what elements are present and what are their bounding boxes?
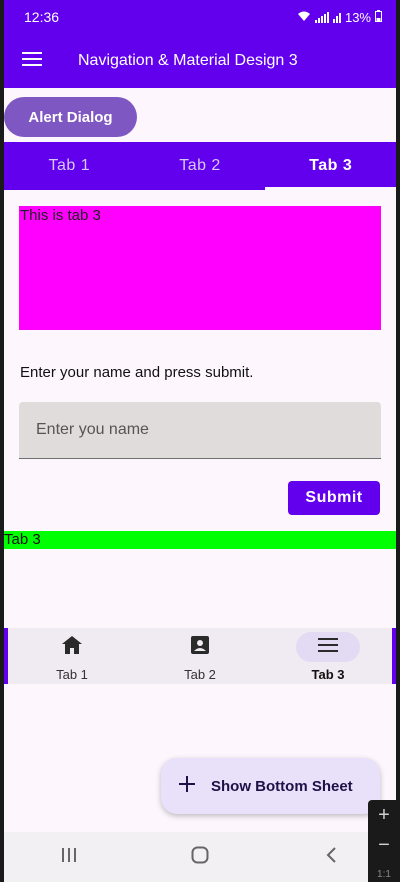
tab-1[interactable]: Tab 1 [4,142,135,190]
home-button[interactable] [170,837,230,877]
home-icon [62,635,82,659]
bottom-nav-item-tab-2[interactable]: Tab 2 [136,628,264,684]
name-field[interactable] [19,402,381,459]
menu-icon [22,51,42,72]
bottom-navigation-bar: Tab 1 Tab 2 Tab 3 [4,628,396,684]
fab-label: Show Bottom Sheet [211,777,353,795]
selected-tab-label: Tab 3 [4,531,396,549]
recent-apps-button[interactable] [39,837,99,877]
battery-percent: 13% [344,9,371,25]
zoom-out-button[interactable]: − [368,830,400,860]
status-time: 12:36 [24,9,60,25]
bottom-nav-icon-container [40,632,104,662]
name-input[interactable] [36,421,381,439]
battery-icon [375,9,382,25]
menu-icon [318,637,338,657]
zoom-in-button[interactable]: + [368,800,400,830]
tab-2[interactable]: Tab 2 [135,142,266,190]
zoom-controls: + − 1:1 [368,800,400,882]
signal-icon [314,11,329,23]
bottom-nav-label: Tab 1 [56,667,88,682]
zoom-in-icon: + [378,803,390,826]
status-icons: 13% [297,9,382,25]
bottom-nav-icon-container [296,632,360,662]
back-icon [326,846,336,868]
zoom-level: 1:1 [377,869,391,880]
plus-icon [179,775,195,797]
wifi-icon [297,10,311,25]
bottom-nav-item-tab-1[interactable]: Tab 1 [8,628,136,684]
bottom-nav-label: Tab 3 [311,667,345,682]
tab-content-box: This is tab 3 [19,206,381,330]
name-prompt: Enter your name and press submit. [20,364,254,381]
tab-3[interactable]: Tab 3 [265,142,396,190]
show-bottom-sheet-fab[interactable]: Show Bottom Sheet [161,758,380,814]
zoom-out-icon: − [378,833,390,856]
app-title: Navigation & Material Design 3 [78,52,298,69]
submit-button[interactable]: Submit [288,481,380,515]
signal-icon-secondary [332,12,341,23]
contact-card-icon [191,635,209,659]
home-circle-icon [191,846,209,869]
bottom-nav-item-tab-3[interactable]: Tab 3 [264,628,392,684]
app-screen: 12:36 13% Navigation & Material Design 3 [4,0,396,882]
system-navigation-bar [4,832,396,882]
bottom-nav-label: Tab 2 [184,667,216,682]
recent-apps-icon [61,847,77,867]
status-bar: 12:36 13% [4,0,396,34]
alert-dialog-button[interactable]: Alert Dialog [4,97,137,137]
back-button[interactable] [301,837,361,877]
top-tab-row: Tab 1 Tab 2 Tab 3 [4,142,396,190]
top-app-bar: Navigation & Material Design 3 [4,34,396,88]
bottom-nav-icon-container [168,632,232,662]
navigation-menu-button[interactable] [4,34,60,88]
